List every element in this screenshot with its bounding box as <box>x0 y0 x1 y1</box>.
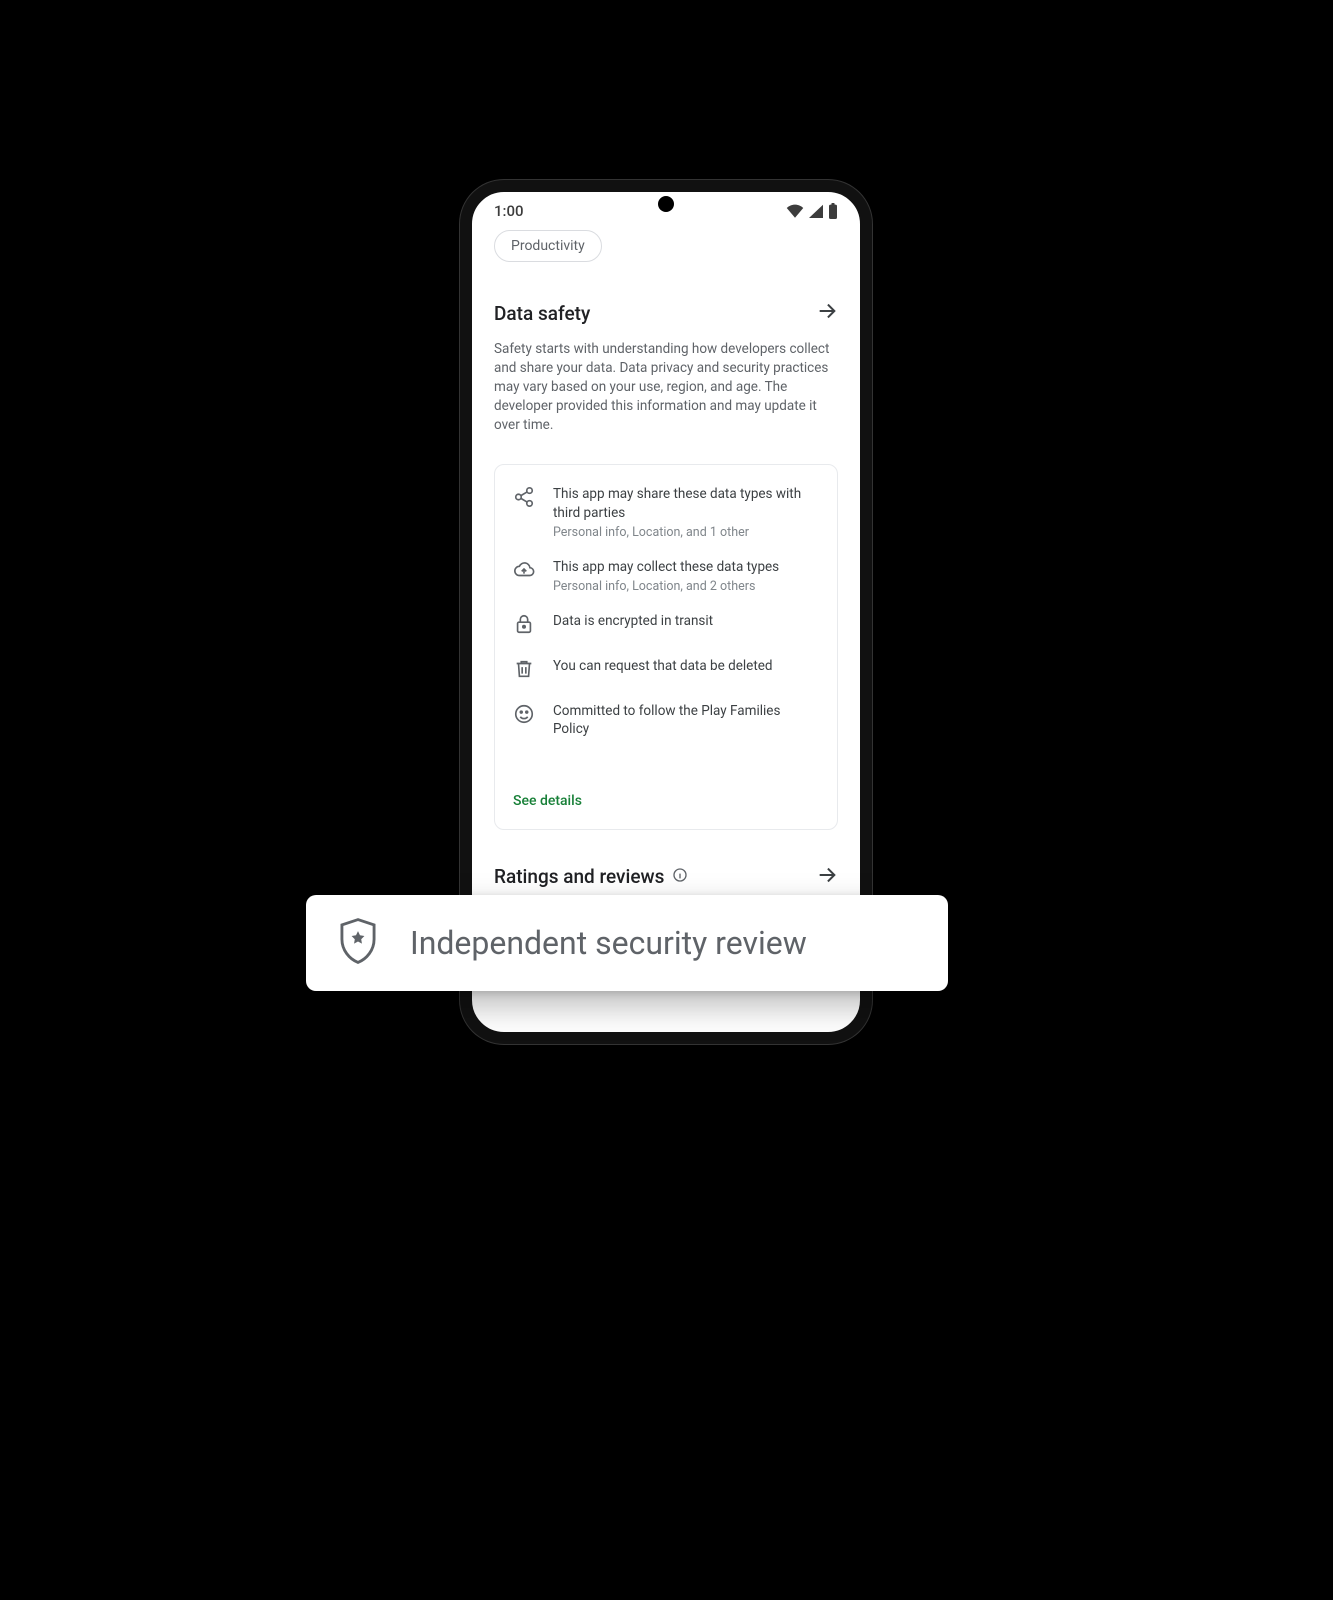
arrow-right-icon <box>816 864 838 890</box>
data-safety-header[interactable]: Data safety <box>494 300 838 326</box>
data-safety-item: Data is encrypted in transit <box>513 612 819 639</box>
data-safety-title: Data safety <box>494 302 590 325</box>
trash-icon <box>513 658 535 684</box>
smiley-icon <box>513 703 535 729</box>
ratings-title: Ratings and reviews <box>494 865 664 888</box>
item-title: This app may share these data types with… <box>553 485 819 521</box>
arrow-right-icon <box>816 300 838 326</box>
cloud-upload-icon <box>513 559 535 585</box>
data-safety-item: This app may collect these data types Pe… <box>513 558 819 594</box>
independent-security-review-callout: Independent security review <box>306 895 948 991</box>
signal-icon <box>808 204 824 218</box>
item-title: Committed to follow the Play Families Po… <box>553 702 819 738</box>
data-safety-description: Safety starts with understanding how dev… <box>494 340 838 434</box>
item-subtitle: Personal info, Location, and 2 others <box>553 579 779 594</box>
category-chip[interactable]: Productivity <box>494 230 602 262</box>
shield-star-icon <box>336 916 380 970</box>
item-title: Data is encrypted in transit <box>553 612 713 630</box>
see-details-link[interactable]: See details <box>513 793 819 809</box>
phone-side-button <box>871 442 872 502</box>
data-safety-card: This app may share these data types with… <box>494 464 838 829</box>
ratings-header[interactable]: Ratings and reviews <box>494 864 838 890</box>
chip-label: Productivity <box>511 238 585 254</box>
wifi-icon <box>786 204 804 218</box>
data-safety-item: Committed to follow the Play Families Po… <box>513 702 819 738</box>
item-subtitle: Personal info, Location, and 1 other <box>553 525 819 540</box>
data-safety-item: You can request that data be deleted <box>513 657 819 684</box>
phone-side-button <box>871 522 872 632</box>
data-safety-item: This app may share these data types with… <box>513 485 819 539</box>
callout-label: Independent security review <box>410 924 807 962</box>
item-title: This app may collect these data types <box>553 558 779 576</box>
page-content: Productivity Data safety Safety starts w… <box>472 226 860 910</box>
status-bar: 1:00 <box>472 192 860 226</box>
status-icons <box>786 203 838 219</box>
lock-icon <box>513 613 535 639</box>
share-icon <box>513 486 535 512</box>
status-time: 1:00 <box>494 202 524 220</box>
info-icon <box>672 867 688 887</box>
item-title: You can request that data be deleted <box>553 657 773 675</box>
battery-icon <box>828 203 838 219</box>
